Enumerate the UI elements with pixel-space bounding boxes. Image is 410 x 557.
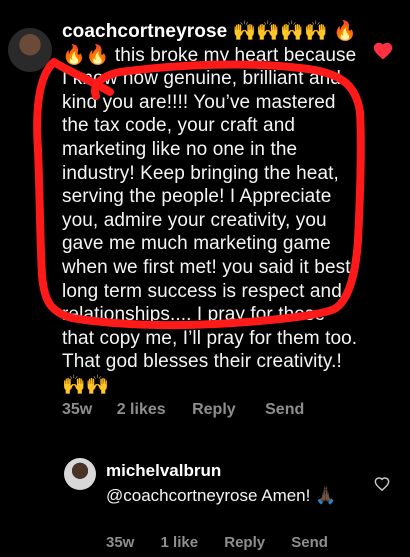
liked-heart-icon[interactable] (372, 40, 394, 62)
comment-meta: 35w 2 likes Reply Send (62, 401, 304, 419)
reply-timestamp: 35w (106, 534, 135, 551)
reply-username[interactable]: michelvalbrun (106, 461, 221, 480)
comment-timestamp: 35w (62, 401, 93, 418)
reply-text: @coachcortneyrose Amen! 🙏🏿 (106, 486, 337, 505)
reply-likes-count[interactable]: 1 like (161, 534, 199, 551)
reply-send-button[interactable]: Send (291, 534, 328, 551)
commenter-avatar[interactable] (8, 28, 52, 72)
comment-send-button[interactable]: Send (265, 401, 304, 419)
comment-body: coachcortneyrose 🙌🙌🙌🙌 🔥🔥🔥 this broke my … (62, 20, 362, 398)
reply-meta: 35w 1 like Reply Send (106, 534, 328, 551)
reply-reply-button[interactable]: Reply (224, 534, 265, 551)
comment-reply-button[interactable]: Reply (192, 401, 236, 419)
comment-text: 🙌🙌🙌🙌 🔥🔥🔥 this broke my heart because I k… (62, 21, 358, 396)
comment-username[interactable]: coachcortneyrose (62, 21, 227, 42)
reply-body: michelvalbrun @coachcortneyrose Amen! 🙏🏿 (106, 458, 366, 508)
like-heart-outline-icon[interactable] (374, 476, 390, 492)
reply-avatar[interactable] (64, 458, 96, 490)
comment-likes-count[interactable]: 2 likes (117, 401, 166, 419)
